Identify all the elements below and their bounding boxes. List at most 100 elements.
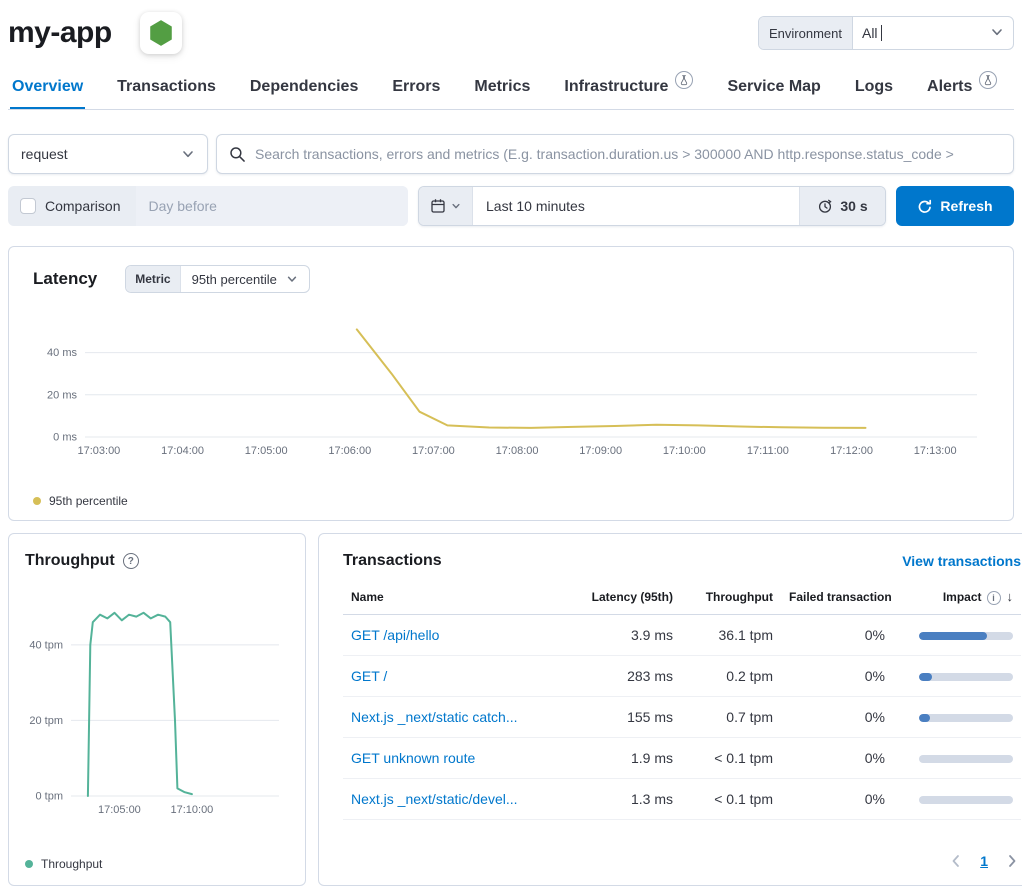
latency-cell: 155 ms xyxy=(575,696,681,737)
latency-legend[interactable]: 95th percentile xyxy=(33,494,989,508)
svg-text:17:13:00: 17:13:00 xyxy=(914,445,957,457)
bottom-grid: Throughput ? 0 tpm20 tpm40 tpm17:05:0017… xyxy=(8,533,1014,886)
transaction-link[interactable]: GET /api/hello xyxy=(351,627,439,643)
table-row: GET unknown route 1.9 ms < 0.1 tpm 0% xyxy=(343,737,1021,778)
impact-cell xyxy=(893,737,1021,778)
environment-filter[interactable]: Environment All xyxy=(758,16,1014,50)
latency-metric-select[interactable]: Metric 95th percentile xyxy=(125,265,310,293)
tab-logs[interactable]: Logs xyxy=(853,68,895,109)
table-header-row: Name Latency (95th) Throughput Failed tr… xyxy=(343,580,1021,614)
environment-value: All xyxy=(862,25,878,41)
transaction-type-select[interactable]: request xyxy=(8,134,208,174)
tab-infrastructure[interactable]: Infrastructure xyxy=(562,68,695,109)
text-cursor xyxy=(881,25,882,41)
impact-cell xyxy=(893,614,1021,655)
date-picker-calendar-button[interactable] xyxy=(419,187,473,225)
throughput-cell: 36.1 tpm xyxy=(681,614,781,655)
tab-dependencies[interactable]: Dependencies xyxy=(248,68,360,109)
environment-label: Environment xyxy=(759,17,853,49)
throughput-legend[interactable]: Throughput xyxy=(25,857,289,871)
service-tabs: Overview Transactions Dependencies Error… xyxy=(8,68,1014,110)
transaction-link[interactable]: Next.js _next/static catch... xyxy=(351,709,518,725)
time-controls-row: Comparison Day before Last 10 minutes xyxy=(8,186,1014,226)
view-transactions-link[interactable]: View transactions xyxy=(902,553,1021,569)
svg-text:40 tpm: 40 tpm xyxy=(29,639,63,651)
column-header-failed-rate[interactable]: Failed transaction rate xyxy=(781,580,893,614)
latency-chart[interactable]: 0 ms20 ms40 ms17:03:0017:04:0017:05:0017… xyxy=(33,315,989,467)
metric-label: Metric xyxy=(126,266,180,292)
technical-preview-flask-icon xyxy=(979,71,997,89)
latency-title: Latency xyxy=(33,269,97,289)
svg-text:20 ms: 20 ms xyxy=(47,389,77,401)
service-name: my-app xyxy=(8,16,112,50)
chevron-down-icon xyxy=(286,273,298,285)
chevron-down-icon xyxy=(990,25,1004,42)
tab-transactions[interactable]: Transactions xyxy=(115,68,218,109)
column-header-name[interactable]: Name xyxy=(343,580,575,614)
svg-text:17:10:00: 17:10:00 xyxy=(170,804,213,816)
comparison-value: Day before xyxy=(148,198,216,214)
transactions-table: Name Latency (95th) Throughput Failed tr… xyxy=(343,580,1021,820)
throughput-chart[interactable]: 0 tpm20 tpm40 tpm17:05:0017:10:00 xyxy=(25,584,289,826)
table-row: Next.js _next/static catch... 155 ms 0.7… xyxy=(343,696,1021,737)
comparison-select[interactable]: Day before xyxy=(136,186,408,226)
tab-alerts[interactable]: Alerts xyxy=(925,68,999,109)
transactions-panel-head: Transactions View transactions xyxy=(343,552,1021,570)
failed-rate-cell: 0% xyxy=(781,614,893,655)
technical-preview-flask-icon xyxy=(675,71,693,89)
next-page-button[interactable] xyxy=(1008,854,1017,868)
refresh-interval-value: 30 s xyxy=(840,198,867,214)
search-bar[interactable] xyxy=(216,134,1014,174)
sort-desc-arrow-icon: ↓ xyxy=(1007,589,1014,604)
transaction-link[interactable]: Next.js _next/static/devel... xyxy=(351,791,518,807)
column-header-latency[interactable]: Latency (95th) xyxy=(575,580,681,614)
search-input[interactable] xyxy=(255,146,1001,162)
refresh-interval-button[interactable]: 30 s xyxy=(799,187,885,225)
latency-panel: Latency Metric 95th percentile 0 ms20 ms… xyxy=(8,246,1014,521)
refresh-button-label: Refresh xyxy=(940,198,992,214)
comparison-checkbox[interactable] xyxy=(20,198,36,214)
tab-metrics[interactable]: Metrics xyxy=(472,68,532,109)
refresh-button[interactable]: Refresh xyxy=(896,186,1014,226)
svg-text:40 ms: 40 ms xyxy=(47,347,77,359)
legend-dot xyxy=(25,860,33,868)
previous-page-button[interactable] xyxy=(951,854,960,868)
throughput-cell: 0.7 tpm xyxy=(681,696,781,737)
transaction-link[interactable]: GET / xyxy=(351,668,387,684)
throughput-cell: < 0.1 tpm xyxy=(681,737,781,778)
comparison-label: Comparison xyxy=(45,198,120,214)
search-row: request xyxy=(8,134,1014,174)
transaction-link[interactable]: GET unknown route xyxy=(351,750,475,766)
svg-text:17:05:00: 17:05:00 xyxy=(98,804,141,816)
svg-text:17:11:00: 17:11:00 xyxy=(747,445,789,457)
failed-rate-cell: 0% xyxy=(781,778,893,819)
transaction-type-value: request xyxy=(21,146,68,162)
chevron-down-icon xyxy=(181,147,195,161)
impact-cell xyxy=(893,696,1021,737)
tab-errors[interactable]: Errors xyxy=(390,68,442,109)
tab-service-map[interactable]: Service Map xyxy=(725,68,822,109)
column-header-impact[interactable]: Impacti↓ xyxy=(893,580,1021,614)
svg-text:17:03:00: 17:03:00 xyxy=(77,445,120,457)
svg-text:0 tpm: 0 tpm xyxy=(35,791,63,803)
tab-overview[interactable]: Overview xyxy=(10,68,85,109)
legend-label: 95th percentile xyxy=(49,494,128,508)
latency-cell: 283 ms xyxy=(575,655,681,696)
transactions-title: Transactions xyxy=(343,552,442,570)
transactions-panel: Transactions View transactions Name Late… xyxy=(318,533,1022,886)
failed-rate-cell: 0% xyxy=(781,655,893,696)
column-header-throughput[interactable]: Throughput xyxy=(681,580,781,614)
page-number[interactable]: 1 xyxy=(980,853,988,869)
impact-bar xyxy=(919,796,1013,804)
time-range-display[interactable]: Last 10 minutes xyxy=(473,187,799,225)
chevron-right-icon xyxy=(1008,854,1017,868)
latency-cell: 1.9 ms xyxy=(575,737,681,778)
comparison-group: Comparison Day before xyxy=(8,186,408,226)
impact-bar xyxy=(919,673,1013,681)
help-icon[interactable]: ? xyxy=(123,553,139,569)
svg-text:17:08:00: 17:08:00 xyxy=(496,445,539,457)
throughput-cell: < 0.1 tpm xyxy=(681,778,781,819)
calendar-icon xyxy=(430,198,446,214)
header: my-app Environment All xyxy=(8,0,1014,56)
environment-value-input[interactable]: All xyxy=(853,17,1013,49)
